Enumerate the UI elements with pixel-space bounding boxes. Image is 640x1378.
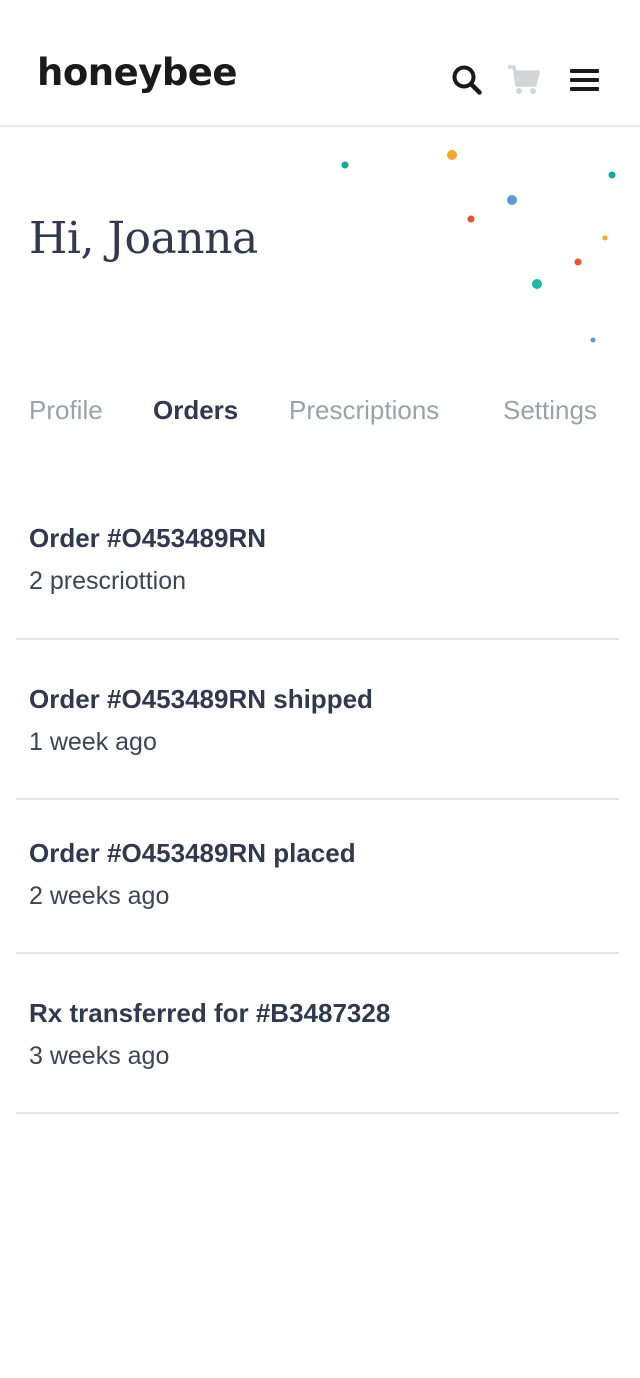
tab-settings[interactable]: Settings	[503, 390, 597, 430]
order-subtitle: 2 weeks ago	[29, 882, 170, 910]
order-title: Rx transferred for #B3487328	[29, 998, 391, 1028]
greeting-heading: Hi, Joanna	[29, 213, 258, 264]
account-tabs: Profile Orders Prescriptions Settings	[0, 390, 640, 434]
list-item[interactable]: Order #O453489RN placed 2 weeks ago	[16, 800, 619, 954]
search-icon[interactable]	[449, 62, 485, 98]
orders-list: Order #O453489RN 2 prescriottion Order #…	[16, 481, 619, 1114]
app-header: honeybee	[0, 0, 640, 127]
logo[interactable]: honeybee	[37, 54, 238, 91]
tab-prescriptions[interactable]: Prescriptions	[289, 390, 439, 430]
order-title: Order #O453489RN shipped	[29, 684, 373, 714]
cart-icon[interactable]	[506, 62, 542, 98]
order-subtitle: 2 prescriottion	[29, 567, 187, 595]
order-subtitle: 1 week ago	[29, 728, 157, 756]
menu-icon[interactable]	[567, 62, 603, 98]
list-item[interactable]: Rx transferred for #B3487328 3 weeks ago	[16, 954, 619, 1114]
tab-profile[interactable]: Profile	[29, 390, 103, 430]
hero-section: Hi, Joanna	[0, 127, 640, 367]
order-title: Order #O453489RN placed	[29, 838, 356, 868]
list-item[interactable]: Order #O453489RN shipped 1 week ago	[16, 640, 619, 800]
list-item[interactable]: Order #O453489RN 2 prescriottion	[16, 481, 619, 640]
order-subtitle: 3 weeks ago	[29, 1042, 170, 1070]
tab-orders[interactable]: Orders	[153, 390, 238, 430]
order-title: Order #O453489RN	[29, 523, 267, 553]
